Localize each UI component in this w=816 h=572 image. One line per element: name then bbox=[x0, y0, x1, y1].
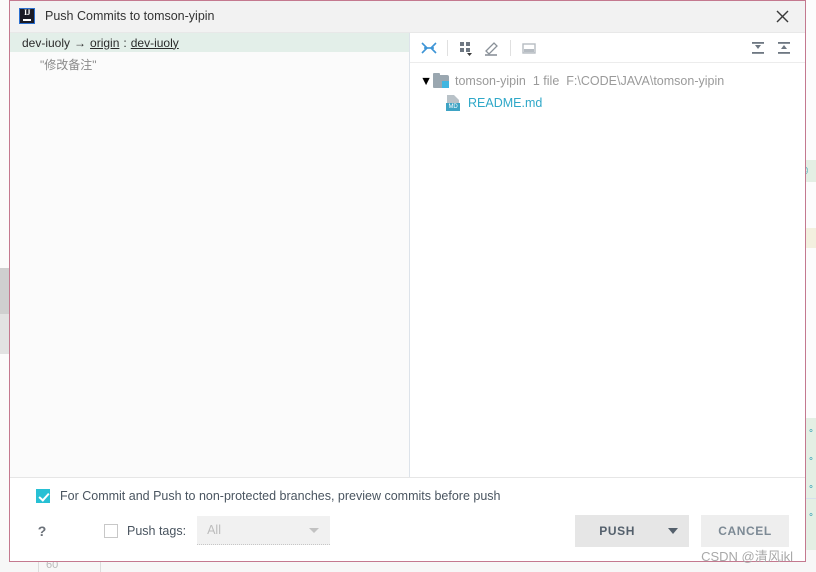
edit-source-icon[interactable] bbox=[479, 37, 505, 59]
module-path: F:\CODE\JAVA\tomson-yipin bbox=[566, 74, 725, 88]
preview-icon[interactable] bbox=[516, 37, 542, 59]
file-count: 1 file bbox=[532, 74, 560, 88]
file-name: README.md bbox=[468, 96, 543, 110]
dialog-titlebar: Push Commits to tomson-yipin bbox=[10, 1, 805, 32]
module-folder-icon bbox=[433, 72, 449, 88]
changed-files-tree: ▼ tomson-yipin 1 file F:\CODE\JAVA\tomso… bbox=[410, 63, 805, 477]
remote-link[interactable]: origin bbox=[90, 36, 119, 50]
background-scrollbar-track bbox=[0, 314, 9, 354]
chevron-down-icon[interactable]: ▼ bbox=[419, 74, 433, 88]
files-panel: ▼ tomson-yipin 1 file F:\CODE\JAVA\tomso… bbox=[410, 33, 805, 477]
files-toolbar bbox=[410, 33, 805, 63]
chevron-down-icon bbox=[668, 528, 678, 534]
preview-option-row: For Commit and Push to non-protected bra… bbox=[10, 478, 805, 503]
commit-branch-row[interactable]: dev-iuoly → origin : dev-iuoly bbox=[10, 33, 409, 52]
push-commits-dialog: Push Commits to tomson-yipin dev-iuoly →… bbox=[9, 0, 806, 564]
commit-message[interactable]: "修改备注" bbox=[10, 56, 409, 73]
dialog-body: dev-iuoly → origin : dev-iuoly "修改备注" ▼ … bbox=[10, 32, 805, 477]
module-name: tomson-yipin bbox=[455, 74, 526, 88]
cancel-button-label: CANCEL bbox=[718, 524, 772, 538]
cancel-button[interactable]: CANCEL bbox=[701, 515, 789, 547]
dialog-actions: PUSH CANCEL bbox=[575, 515, 789, 547]
push-button[interactable]: PUSH bbox=[575, 515, 689, 547]
collapse-all-icon[interactable] bbox=[771, 37, 797, 59]
dialog-footer: For Commit and Push to non-protected bra… bbox=[10, 477, 805, 564]
remote-branch-link[interactable]: dev-iuoly bbox=[131, 36, 179, 50]
group-by-icon[interactable] bbox=[453, 37, 479, 59]
toolbar-separator bbox=[447, 39, 448, 56]
help-icon[interactable]: ? bbox=[32, 521, 52, 541]
preview-commits-checkbox[interactable] bbox=[36, 489, 50, 503]
background-scrollbar-thumb bbox=[0, 268, 9, 314]
tree-row[interactable]: ▼ tomson-yipin 1 file F:\CODE\JAVA\tomso… bbox=[410, 70, 805, 92]
branch-separator: : bbox=[123, 35, 127, 50]
expand-all-icon[interactable] bbox=[745, 37, 771, 59]
commits-panel: dev-iuoly → origin : dev-iuoly "修改备注" bbox=[10, 33, 409, 477]
close-icon[interactable] bbox=[760, 1, 805, 32]
push-tags-checkbox[interactable] bbox=[104, 523, 118, 538]
arrow-icon: → bbox=[74, 35, 87, 50]
toolbar-separator bbox=[510, 39, 511, 56]
markdown-file-icon-label: MD bbox=[446, 103, 460, 111]
preview-commits-label[interactable]: For Commit and Push to non-protected bra… bbox=[60, 489, 501, 503]
push-tags-value: All bbox=[207, 523, 221, 537]
chevron-down-icon bbox=[309, 528, 320, 533]
local-branch-label: dev-iuoly bbox=[22, 35, 71, 50]
push-tags-label: Push tags: bbox=[127, 523, 187, 538]
tree-row[interactable]: MD README.md bbox=[410, 92, 805, 114]
markdown-file-icon: MD bbox=[446, 95, 461, 111]
dialog-title: Push Commits to tomson-yipin bbox=[45, 9, 215, 23]
intellij-idea-icon bbox=[19, 8, 35, 24]
push-dropdown-button[interactable] bbox=[657, 515, 689, 547]
push-button-label: PUSH bbox=[599, 524, 635, 538]
show-diff-icon[interactable] bbox=[416, 37, 442, 59]
push-tags-select[interactable]: All bbox=[197, 516, 331, 545]
